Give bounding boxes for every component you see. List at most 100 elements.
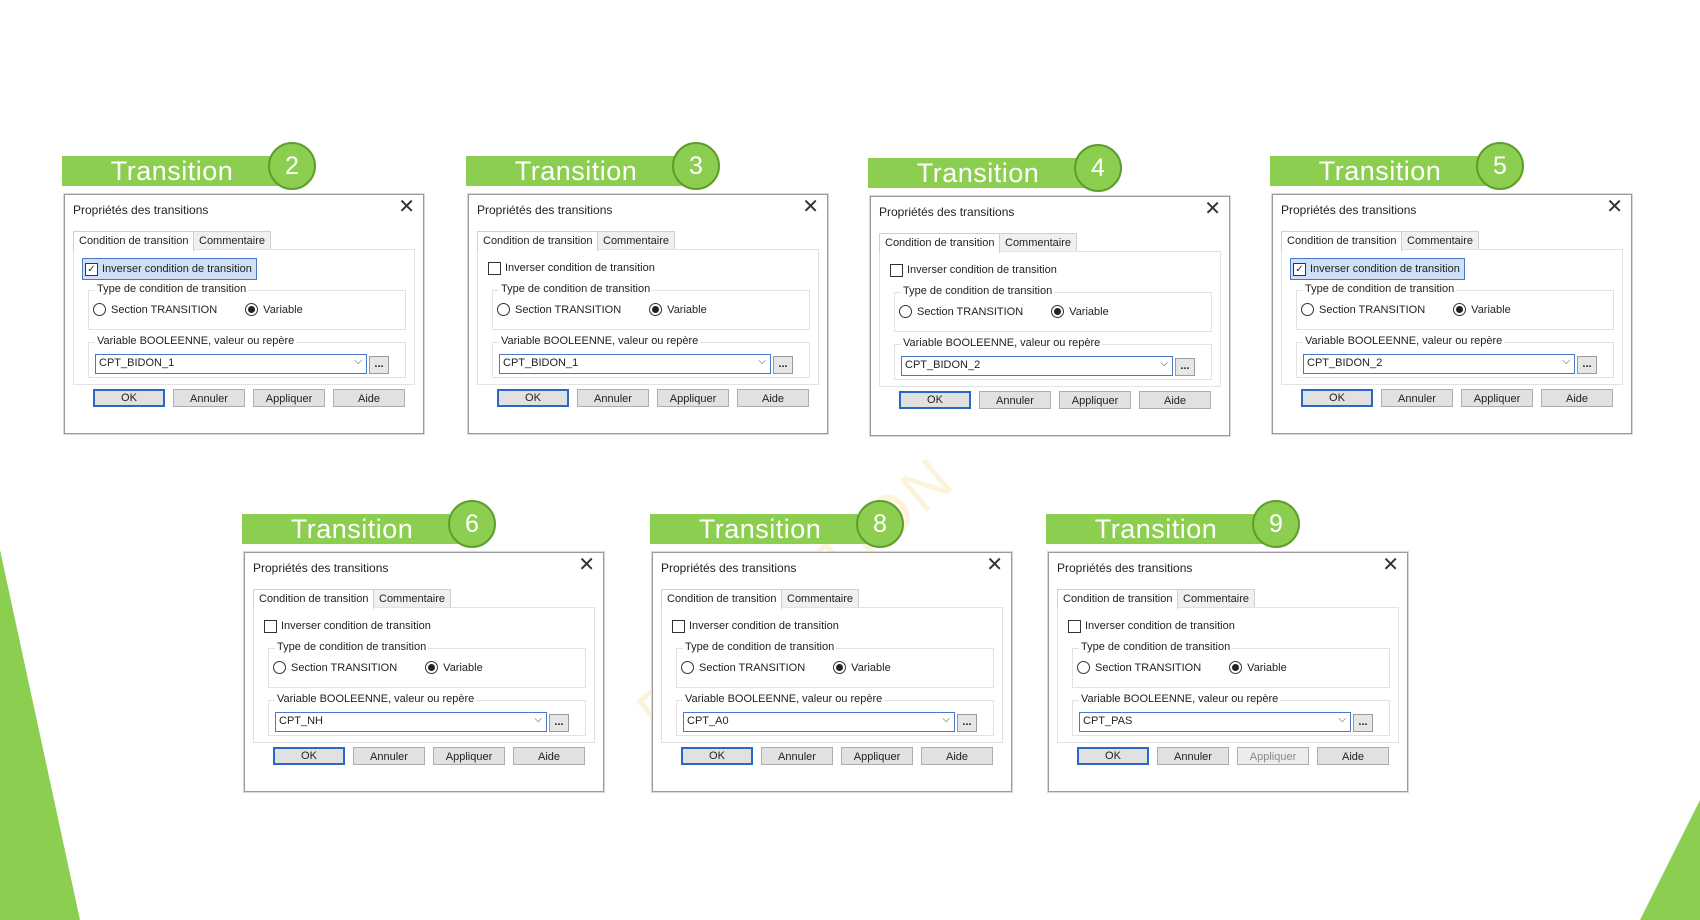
- variable-combobox[interactable]: CPT_NH ⌵: [275, 712, 547, 732]
- radio-section-transition[interactable]: [497, 303, 510, 316]
- browse-button[interactable]: ...: [1577, 356, 1597, 374]
- help-button[interactable]: Aide: [513, 747, 585, 765]
- help-button[interactable]: Aide: [1317, 747, 1389, 765]
- variable-combobox[interactable]: CPT_BIDON_1 ⌵: [499, 354, 771, 374]
- tab-comment[interactable]: Commentaire: [781, 589, 860, 608]
- ok-button[interactable]: OK: [273, 747, 345, 765]
- browse-button[interactable]: ...: [1175, 358, 1195, 376]
- variable-combobox[interactable]: CPT_A0 ⌵: [683, 712, 955, 732]
- invert-condition-checkbox[interactable]: [1068, 619, 1081, 633]
- chevron-down-icon[interactable]: ⌵: [1338, 714, 1346, 725]
- invert-condition-checkbox[interactable]: [890, 263, 903, 277]
- help-button[interactable]: Aide: [333, 389, 405, 407]
- radio-variable[interactable]: [425, 661, 439, 674]
- cancel-button[interactable]: Annuler: [577, 389, 649, 407]
- condition-type-legend: Type de condition de transition: [275, 641, 429, 653]
- help-button[interactable]: Aide: [737, 389, 809, 407]
- browse-button[interactable]: ...: [369, 356, 389, 374]
- help-button[interactable]: Aide: [921, 747, 993, 765]
- radio-section-transition[interactable]: [899, 305, 912, 318]
- apply-button[interactable]: Appliquer: [1237, 747, 1309, 765]
- invert-condition-row[interactable]: Inverser condition de transition: [1066, 616, 1239, 636]
- radio-variable[interactable]: [649, 303, 663, 316]
- invert-condition-row[interactable]: ✓ Inverser condition de transition: [82, 258, 257, 280]
- browse-button[interactable]: ...: [1353, 714, 1373, 732]
- tab-condition[interactable]: Condition de transition: [879, 233, 1001, 253]
- variable-combobox[interactable]: CPT_BIDON_2 ⌵: [901, 356, 1173, 376]
- radio-section-transition[interactable]: [681, 661, 694, 674]
- cancel-button[interactable]: Annuler: [1157, 747, 1229, 765]
- tab-condition[interactable]: Condition de transition: [1281, 231, 1403, 251]
- apply-button[interactable]: Appliquer: [253, 389, 325, 407]
- close-icon[interactable]: ✕: [802, 197, 819, 217]
- cancel-button[interactable]: Annuler: [979, 391, 1051, 409]
- tab-comment[interactable]: Commentaire: [999, 233, 1078, 252]
- ok-button[interactable]: OK: [1077, 747, 1149, 765]
- close-icon[interactable]: ✕: [986, 555, 1003, 575]
- radio-variable[interactable]: [833, 661, 847, 674]
- chevron-down-icon[interactable]: ⌵: [758, 356, 766, 367]
- tab-condition[interactable]: Condition de transition: [253, 589, 375, 609]
- close-icon[interactable]: ✕: [1382, 555, 1399, 575]
- variable-combobox[interactable]: CPT_BIDON_1 ⌵: [95, 354, 367, 374]
- apply-button[interactable]: Appliquer: [1461, 389, 1533, 407]
- close-icon[interactable]: ✕: [1204, 199, 1221, 219]
- browse-button[interactable]: ...: [549, 714, 569, 732]
- browse-button[interactable]: ...: [957, 714, 977, 732]
- close-icon[interactable]: ✕: [1606, 197, 1623, 217]
- apply-button[interactable]: Appliquer: [1059, 391, 1131, 409]
- invert-condition-checkbox[interactable]: [672, 619, 685, 633]
- apply-button[interactable]: Appliquer: [433, 747, 505, 765]
- invert-condition-row[interactable]: Inverser condition de transition: [888, 260, 1061, 280]
- close-icon[interactable]: ✕: [578, 555, 595, 575]
- chevron-down-icon[interactable]: ⌵: [534, 714, 542, 725]
- chevron-down-icon[interactable]: ⌵: [1160, 358, 1168, 369]
- tab-condition[interactable]: Condition de transition: [661, 589, 783, 609]
- variable-combobox[interactable]: CPT_PAS ⌵: [1079, 712, 1351, 732]
- radio-variable[interactable]: [1453, 303, 1467, 316]
- tab-comment[interactable]: Commentaire: [193, 231, 272, 250]
- chevron-down-icon[interactable]: ⌵: [354, 356, 362, 367]
- tab-comment[interactable]: Commentaire: [373, 589, 452, 608]
- ok-button[interactable]: OK: [681, 747, 753, 765]
- ok-button[interactable]: OK: [93, 389, 165, 407]
- cancel-button[interactable]: Annuler: [1381, 389, 1453, 407]
- condition-type-options: Section TRANSITION Variable: [1301, 303, 1539, 316]
- invert-condition-row[interactable]: ✓ Inverser condition de transition: [1290, 258, 1465, 280]
- cancel-button[interactable]: Annuler: [173, 389, 245, 407]
- tab-comment[interactable]: Commentaire: [1177, 589, 1256, 608]
- cancel-button[interactable]: Annuler: [761, 747, 833, 765]
- browse-button[interactable]: ...: [773, 356, 793, 374]
- chevron-down-icon[interactable]: ⌵: [1562, 356, 1570, 367]
- apply-button[interactable]: Appliquer: [657, 389, 729, 407]
- invert-condition-checkbox[interactable]: [488, 261, 501, 275]
- radio-section-transition[interactable]: [93, 303, 106, 316]
- tab-condition[interactable]: Condition de transition: [477, 231, 599, 251]
- invert-condition-checkbox[interactable]: [264, 619, 277, 633]
- invert-condition-row[interactable]: Inverser condition de transition: [670, 616, 843, 636]
- chevron-down-icon[interactable]: ⌵: [942, 714, 950, 725]
- help-button[interactable]: Aide: [1139, 391, 1211, 409]
- tab-comment[interactable]: Commentaire: [597, 231, 676, 250]
- ok-button[interactable]: OK: [497, 389, 569, 407]
- invert-condition-row[interactable]: Inverser condition de transition: [486, 258, 659, 278]
- tab-condition[interactable]: Condition de transition: [73, 231, 195, 251]
- radio-section-transition[interactable]: [1301, 303, 1314, 316]
- radio-variable[interactable]: [245, 303, 259, 316]
- variable-combobox[interactable]: CPT_BIDON_2 ⌵: [1303, 354, 1575, 374]
- cancel-button[interactable]: Annuler: [353, 747, 425, 765]
- invert-condition-checkbox[interactable]: ✓: [85, 262, 98, 276]
- close-icon[interactable]: ✕: [398, 197, 415, 217]
- ok-button[interactable]: OK: [899, 391, 971, 409]
- radio-variable[interactable]: [1229, 661, 1243, 674]
- tab-condition[interactable]: Condition de transition: [1057, 589, 1179, 609]
- help-button[interactable]: Aide: [1541, 389, 1613, 407]
- radio-section-transition[interactable]: [273, 661, 286, 674]
- ok-button[interactable]: OK: [1301, 389, 1373, 407]
- radio-variable[interactable]: [1051, 305, 1065, 318]
- apply-button[interactable]: Appliquer: [841, 747, 913, 765]
- tab-comment[interactable]: Commentaire: [1401, 231, 1480, 250]
- radio-section-transition[interactable]: [1077, 661, 1090, 674]
- invert-condition-row[interactable]: Inverser condition de transition: [262, 616, 435, 636]
- invert-condition-checkbox[interactable]: ✓: [1293, 262, 1306, 276]
